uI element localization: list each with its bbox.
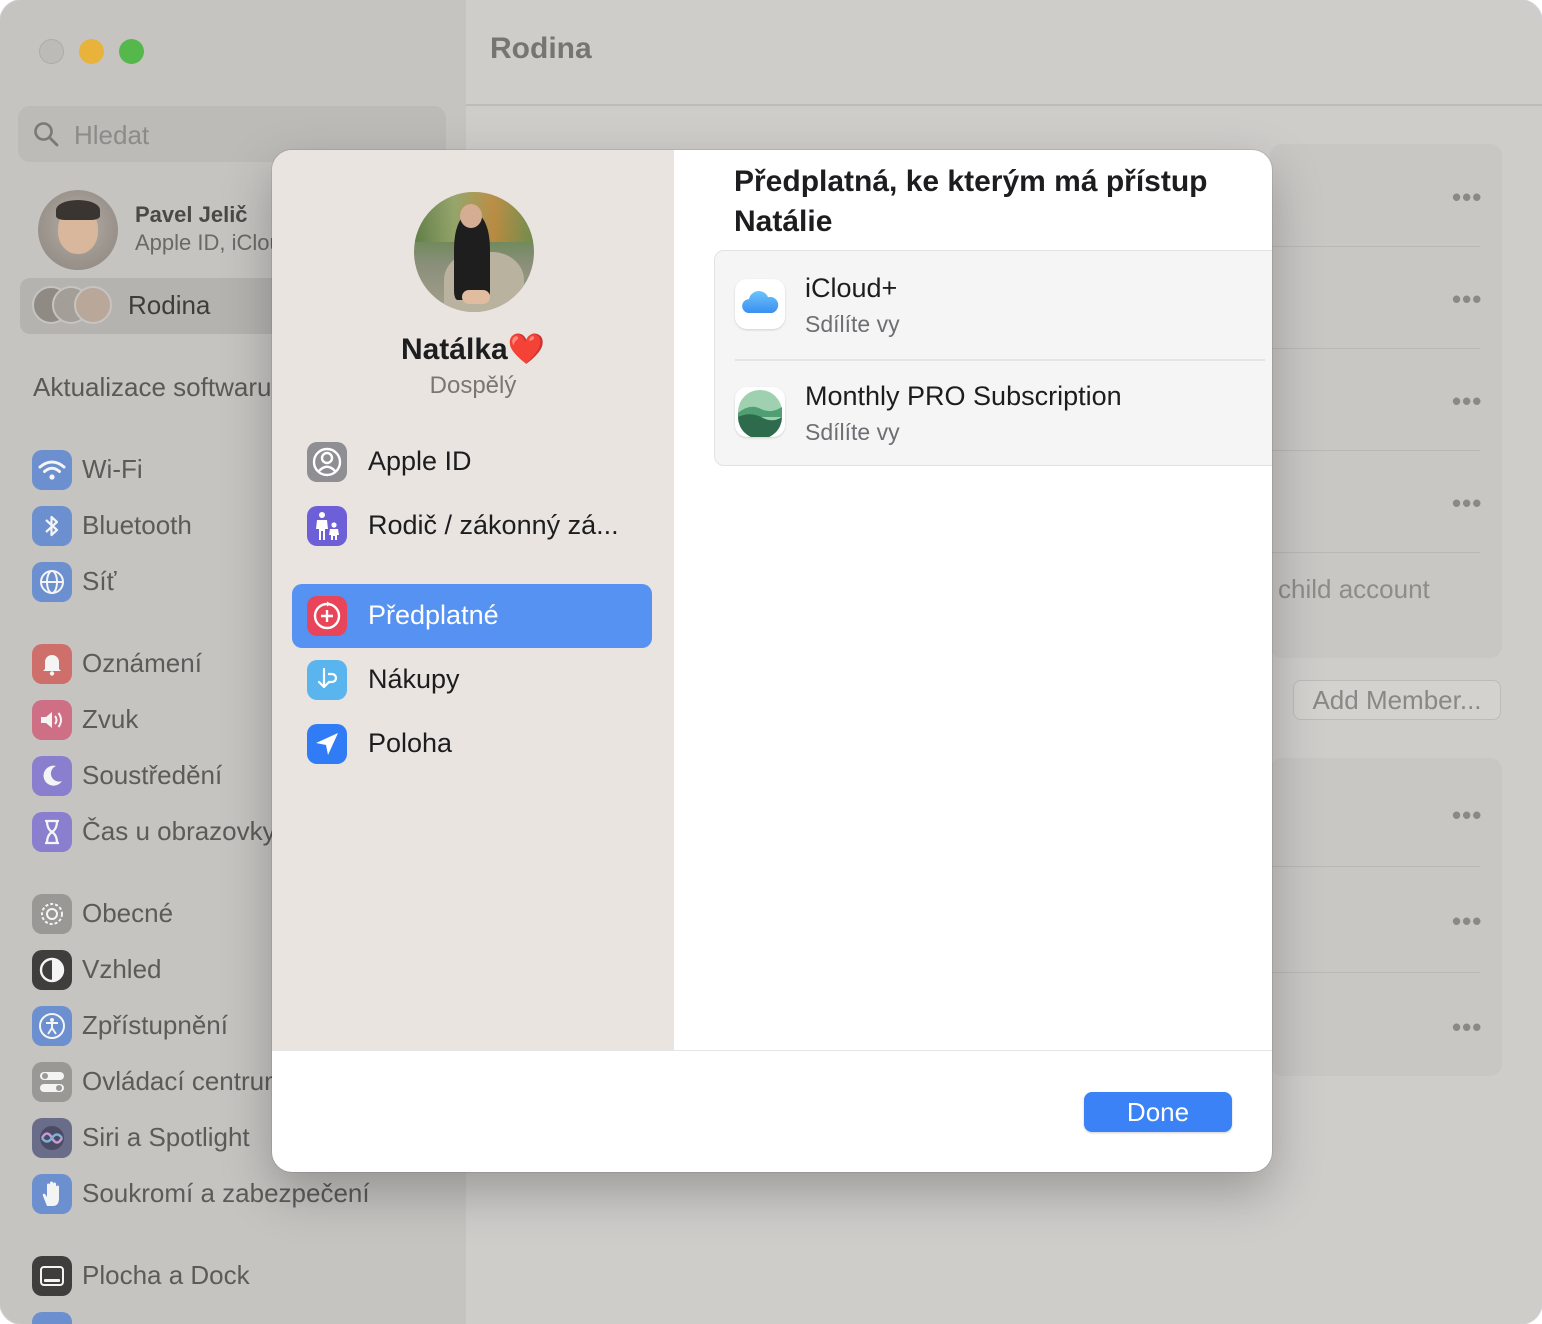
nav-item-label: Apple ID — [368, 446, 472, 476]
sidebar-item-desktop-dock[interactable]: Plocha a Dock — [32, 1254, 462, 1298]
sidebar-item-label: Bluetooth — [82, 510, 192, 540]
zoom-window-button[interactable] — [119, 39, 144, 64]
nav-item-purchases[interactable]: Nákupy — [292, 648, 652, 712]
done-button[interactable]: Done — [1084, 1092, 1232, 1132]
member-name: Natálka❤️ — [400, 333, 546, 366]
footer-divider — [272, 1050, 1272, 1051]
sidebar-item-label: Ovládací centrum — [82, 1066, 286, 1096]
nav-item-label: Poloha — [368, 728, 453, 758]
hourglass-icon — [32, 812, 72, 852]
row-divider — [1270, 866, 1480, 867]
sharing-more-button[interactable]: ••• — [1452, 800, 1482, 831]
sharing-more-button[interactable]: ••• — [1452, 1012, 1482, 1043]
family-avatars — [32, 286, 112, 326]
icloud-icon — [735, 279, 785, 329]
subscription-icon — [307, 596, 347, 636]
member-role: Dospělý — [429, 372, 517, 399]
sidebar-item-label: Síť — [82, 566, 117, 596]
subscription-name: iCloud+ — [805, 273, 898, 303]
avatar — [38, 190, 118, 270]
display-icon — [32, 1312, 72, 1324]
nav-item-parent-guardian[interactable]: Rodič / zákonný zá... — [292, 494, 652, 558]
dock-icon — [32, 1256, 72, 1296]
sidebar-item-label: Oznámení — [82, 648, 202, 678]
toggles-icon — [32, 1062, 72, 1102]
subscriptions-list: iCloud+ Sdílíte vy Monthly PRO Subscript… — [714, 250, 1272, 466]
title-divider — [466, 104, 1542, 106]
sidebar-item-label: Rodina — [128, 290, 211, 320]
sidebar-item-label: Siri a Spotlight — [82, 1122, 250, 1152]
close-window-button[interactable] — [39, 39, 64, 64]
parent-child-icon — [307, 506, 347, 546]
nav-item-subscriptions[interactable]: Předplatné — [292, 584, 652, 648]
member-details-sheet: Natálka❤️ Dospělý Apple ID Rodič / zákon… — [272, 150, 1272, 1172]
nav-item-label: Rodič / zákonný zá... — [368, 510, 619, 540]
member-more-button[interactable]: ••• — [1452, 488, 1482, 519]
search-icon — [34, 122, 59, 147]
accessibility-icon — [32, 1006, 72, 1046]
subscription-status: Sdílíte vy — [805, 311, 900, 337]
location-arrow-icon — [307, 724, 347, 764]
sidebar-item-label: Soustředění — [82, 760, 223, 790]
sidebar-item-label: Wi-Fi — [82, 454, 143, 484]
bell-icon — [32, 644, 72, 684]
siri-icon — [32, 1118, 72, 1158]
sidebar-item-software-update[interactable]: Aktualizace softwaru — [33, 372, 271, 403]
member-avatar — [414, 192, 534, 312]
appearance-icon — [32, 950, 72, 990]
subscription-name: Monthly PRO Subscription — [805, 381, 1122, 411]
person-circle-icon — [307, 442, 347, 482]
subscription-row-icloud[interactable]: iCloud+ Sdílíte vy — [715, 251, 1272, 361]
sidebar-item-label: Čas u obrazovky — [82, 816, 276, 846]
page-title: Rodina — [490, 32, 592, 65]
wifi-icon — [32, 450, 72, 490]
nav-item-location[interactable]: Poloha — [292, 712, 652, 776]
nav-item-label: Nákupy — [368, 664, 460, 694]
member-more-button[interactable]: ••• — [1452, 386, 1482, 417]
member-sidebar: Natálka❤️ Dospělý Apple ID Rodič / zákon… — [272, 150, 674, 1050]
sidebar-item-label: Zvuk — [82, 704, 139, 734]
add-member-button[interactable]: Add Member... — [1293, 680, 1501, 720]
globe-icon — [32, 562, 72, 602]
row-divider — [1270, 450, 1480, 451]
hand-icon — [32, 1174, 72, 1214]
sidebar-item-label: Plocha a Dock — [82, 1260, 250, 1290]
sharing-more-button[interactable]: ••• — [1452, 906, 1482, 937]
profile-name: Pavel Jelič — [135, 202, 248, 227]
row-divider — [1270, 246, 1480, 247]
subscription-row-monthly-pro[interactable]: Monthly PRO Subscription Sdílíte vy — [715, 359, 1272, 467]
subscriptions-heading: Předplatná, ke kterým má přístup Natálie — [734, 165, 1208, 238]
search-input[interactable] — [72, 116, 436, 154]
sidebar-item-privacy[interactable]: Soukromí a zabezpečení — [32, 1172, 462, 1216]
minimize-window-button[interactable] — [79, 39, 104, 64]
subscription-status: Sdílíte vy — [805, 419, 900, 445]
speaker-icon — [32, 700, 72, 740]
gear-icon — [32, 894, 72, 934]
landscape-app-icon — [735, 387, 785, 437]
sidebar-item-label: Obecné — [82, 898, 174, 928]
sidebar-item-label: Soukromí a zabezpečení — [82, 1178, 370, 1208]
nav-item-apple-id[interactable]: Apple ID — [292, 430, 652, 494]
row-divider — [1270, 348, 1480, 349]
moon-icon — [32, 756, 72, 796]
nav-item-label: Předplatné — [368, 600, 499, 630]
row-divider — [1270, 972, 1480, 973]
row-divider — [1270, 552, 1480, 553]
sidebar-item-next[interactable] — [32, 1310, 462, 1324]
system-settings-window: Pavel Jelič Apple ID, iCloud+... Rodina … — [0, 0, 1542, 1324]
child-account-link[interactable]: child account — [1278, 574, 1430, 605]
bluetooth-icon — [32, 506, 72, 546]
purchases-icon — [307, 660, 347, 700]
sidebar-item-label: Zpřístupnění — [82, 1010, 228, 1040]
member-more-button[interactable]: ••• — [1452, 182, 1482, 213]
sidebar-item-label: Vzhled — [82, 954, 162, 984]
member-more-button[interactable]: ••• — [1452, 284, 1482, 315]
